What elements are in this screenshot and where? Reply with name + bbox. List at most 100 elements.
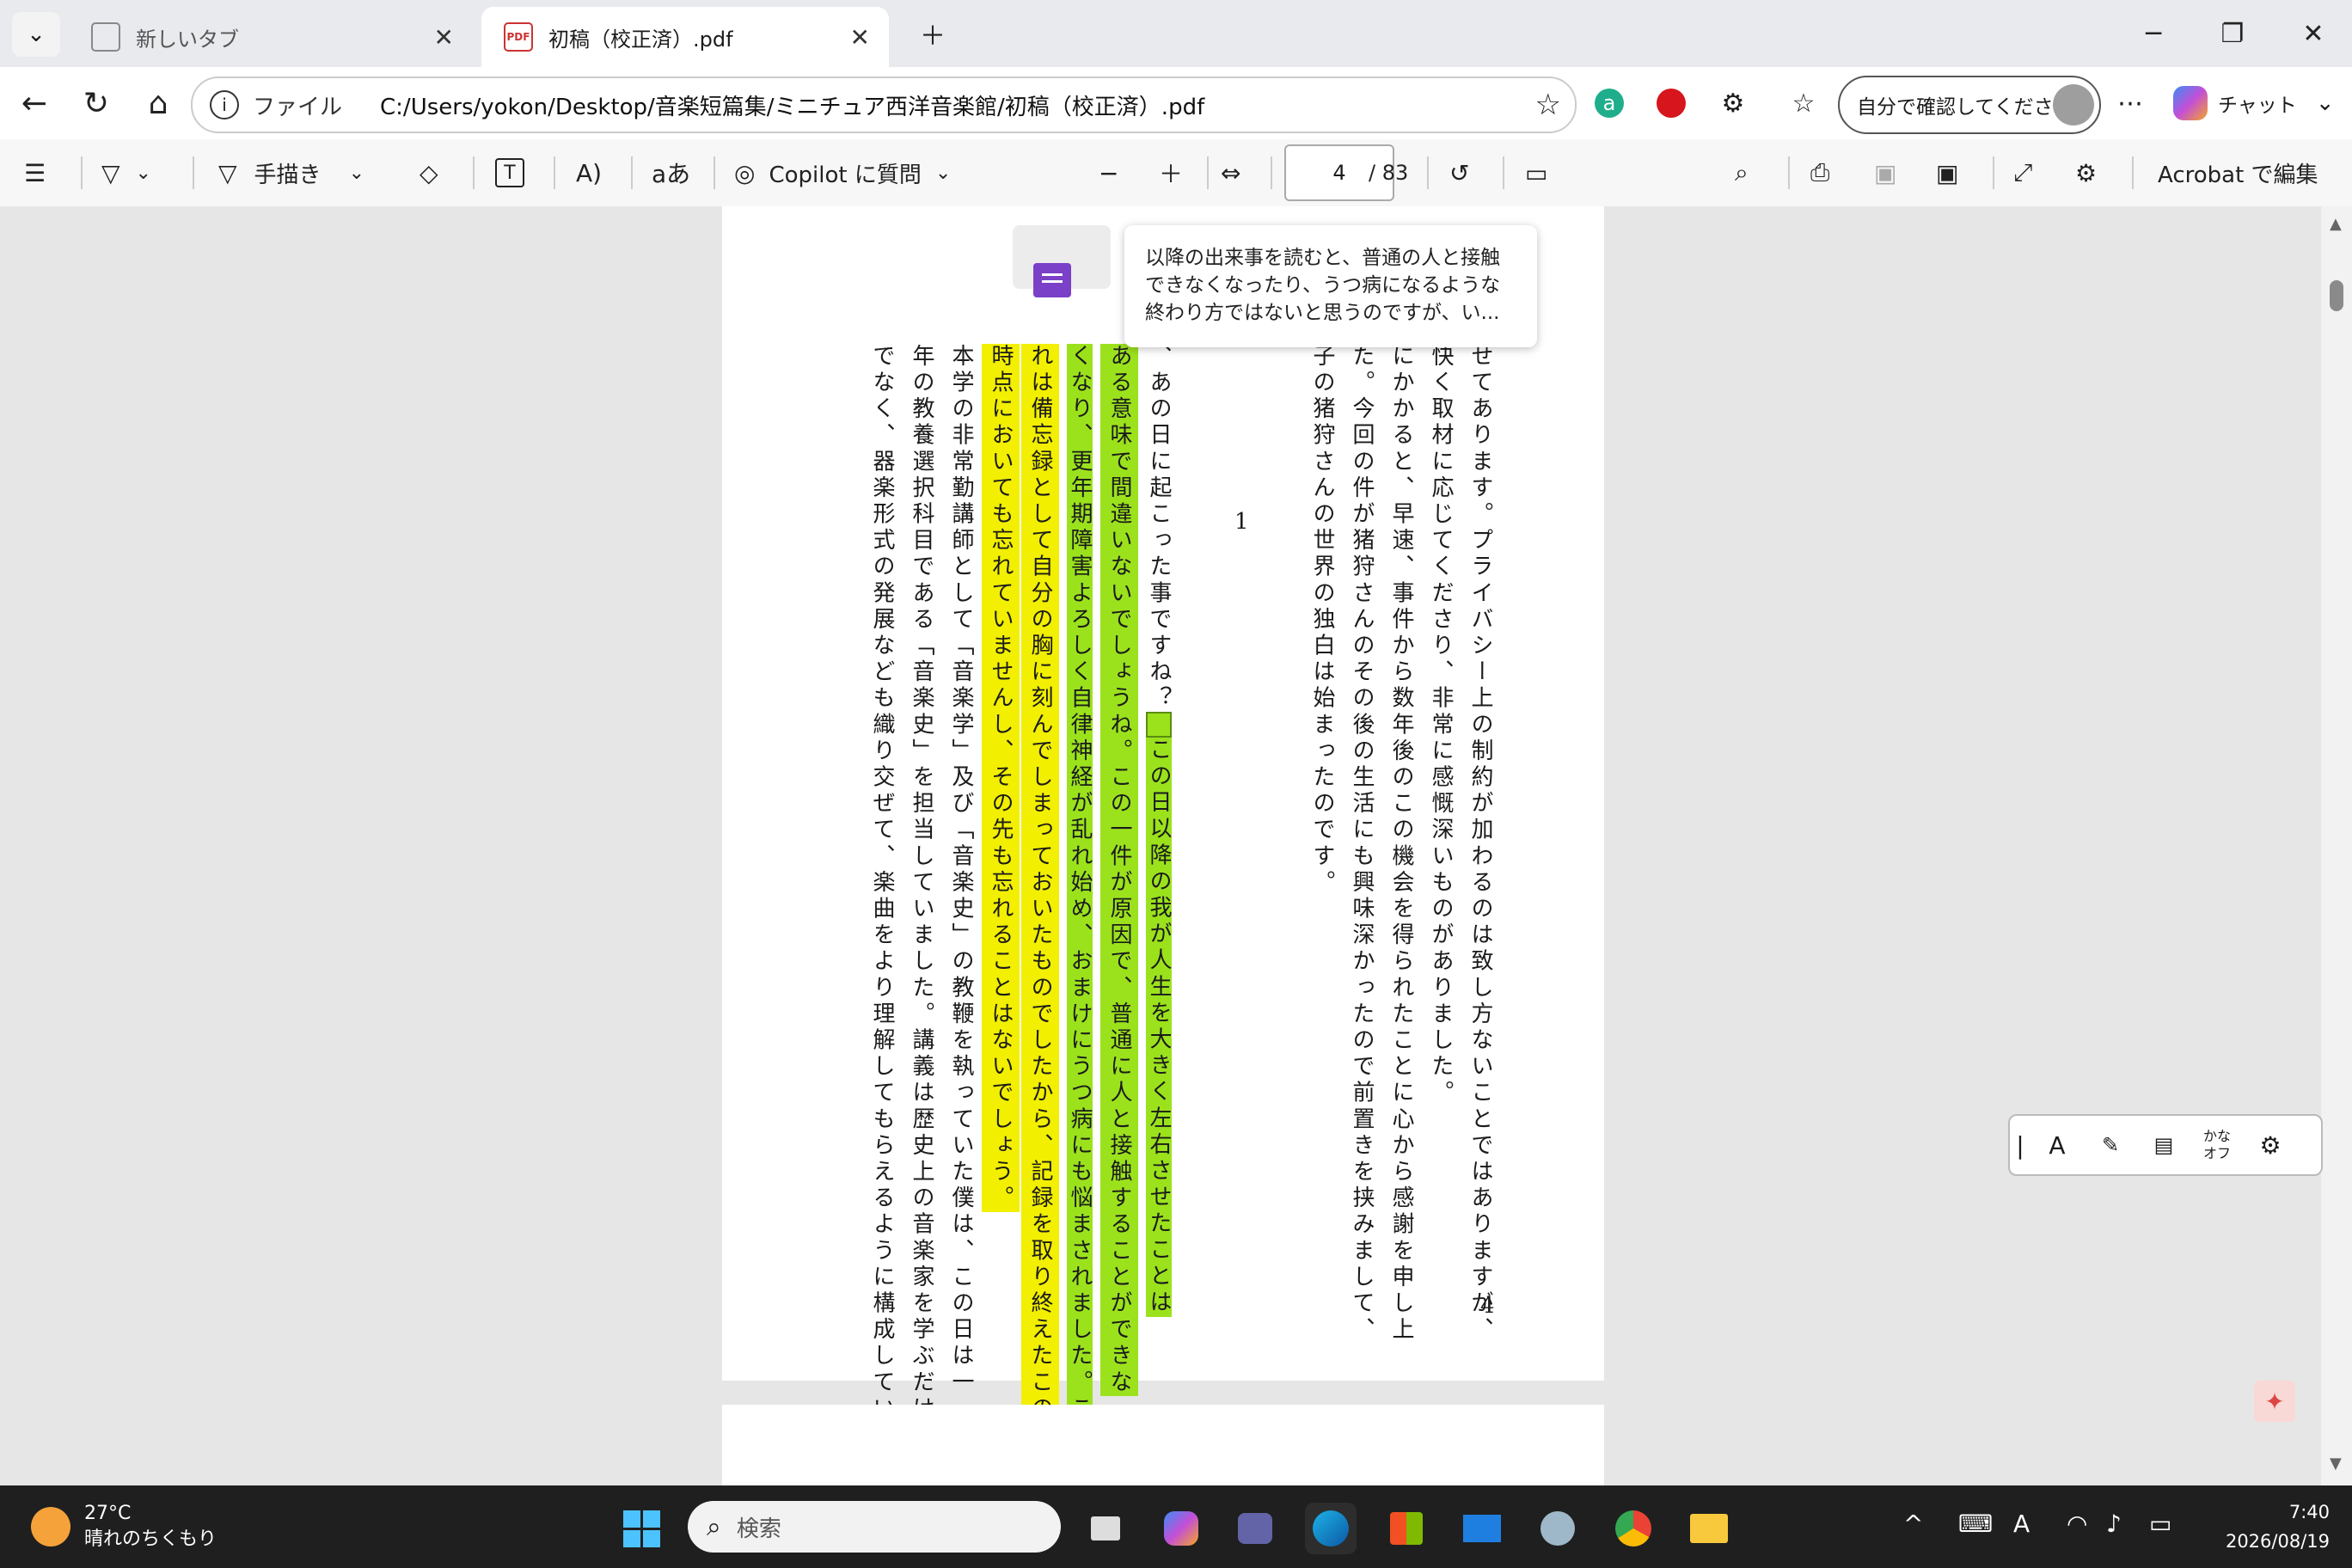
ime-pad-icon[interactable]: ✎ [2084, 1133, 2137, 1157]
zoom-out-button[interactable]: − [1099, 148, 1118, 198]
highlight-green[interactable]: ある意味で間違いないでしょうね。この一件が原因で、普通に人と接触することができな [1100, 344, 1138, 1396]
tab-actions-button[interactable]: ⌄ [12, 12, 60, 57]
translate-button[interactable]: aあ [652, 148, 690, 198]
gear-icon[interactable]: ⚙ [2244, 1131, 2297, 1160]
scrollbar-thumb[interactable] [2330, 280, 2343, 311]
system-clock[interactable]: 7:40 2026/08/19 [2201, 1498, 2330, 1556]
keyboard-icon[interactable]: ⌨ [1958, 1510, 1993, 1538]
favorites-button[interactable]: ☆ [1781, 81, 1826, 126]
fit-page-button[interactable]: ⇔ [1221, 148, 1240, 198]
profile-button[interactable]: 自分で確認してください [1838, 76, 2101, 134]
mail-button[interactable] [1456, 1503, 1508, 1554]
taskbar-search[interactable]: ⌕ 検索 [688, 1501, 1061, 1553]
draw-button[interactable]: ▽ 手描き ⌄ [218, 148, 364, 198]
task-view-button[interactable] [1080, 1503, 1131, 1554]
contents-button[interactable]: ☰ [24, 148, 46, 198]
scroll-up-icon[interactable]: ▲ [2330, 215, 2342, 233]
refresh-button[interactable]: ↻ [72, 79, 120, 127]
fullscreen-button[interactable]: ⤢ [2013, 148, 2032, 198]
page-view-button[interactable]: ▭ [1525, 148, 1547, 198]
chevron-down-icon: ⌄ [135, 162, 151, 184]
edge-icon [1313, 1510, 1349, 1547]
copilot-app-button[interactable] [1155, 1503, 1207, 1554]
ime-indicator[interactable]: A [2013, 1510, 2030, 1538]
divider [473, 156, 475, 189]
highlight-green[interactable]: くなり、更年期障害よろしく自律神経が乱れ始め、おまけにうつ病にも悩まされました。… [1067, 344, 1093, 1423]
text-column: くなり、更年期障害よろしく自律神経が乱れ始め、おまけにうつ病にも悩まされました。… [1061, 344, 1099, 1423]
acrobat-edit-button[interactable]: Acrobat で編集 [2158, 148, 2318, 198]
divider [1503, 156, 1504, 189]
text-column: 年の教養選択科目である「音楽史」を担当していました。講義は歴史上の音楽家を学ぶだ… [909, 344, 934, 1423]
close-icon[interactable]: ✕ [850, 23, 870, 52]
extension-a-button[interactable]: a [1587, 81, 1632, 126]
close-window-button[interactable]: ✕ [2275, 9, 2352, 58]
read-aloud-icon: A) [576, 158, 603, 187]
vertical-scrollbar[interactable]: ▲ ▼ [2321, 206, 2352, 1485]
highlight-button[interactable]: ▽ ⌄ [101, 148, 151, 198]
kana-toggle[interactable]: かな オフ [2190, 1128, 2244, 1162]
drag-handle-icon[interactable]: | [2010, 1131, 2030, 1160]
pdf-page-next[interactable] [722, 1405, 1604, 1485]
teams-button[interactable] [1229, 1503, 1281, 1554]
volume-icon[interactable]: ♪ [2106, 1510, 2122, 1538]
edge-button[interactable] [1305, 1503, 1357, 1554]
print-button[interactable]: ⎙ [1810, 148, 1829, 198]
back-button[interactable]: ← [10, 79, 58, 127]
info-icon[interactable]: i [210, 90, 239, 119]
star-icon[interactable]: ☆ [1535, 88, 1561, 122]
maximize-button[interactable]: ❐ [2194, 9, 2271, 58]
page-total: / 83 [1369, 148, 1408, 198]
minimize-button[interactable]: ─ [2115, 9, 2192, 58]
close-icon[interactable]: ✕ [434, 23, 454, 52]
weather-widget[interactable]: 27°C 晴れのちくもり [31, 1501, 217, 1553]
text-column: せてあります。プライバシー上の制約が加わるのは致し方ないことではありますが、 [1467, 344, 1493, 1344]
battery-icon[interactable]: ▭ [2149, 1510, 2171, 1538]
copilot-ask-label: Copilot に質問 [769, 162, 922, 188]
chevron-up-icon[interactable]: ^ [1903, 1510, 1923, 1538]
tab-pdf[interactable]: PDF 初稿（校正済）.pdf ✕ [481, 7, 889, 67]
more-menu-button[interactable]: ⋯ [2108, 81, 2153, 126]
url-text[interactable]: C:/Users/yokon/Desktop/音楽短篇集/ミニチュア西洋音楽館/… [380, 89, 1204, 121]
divider [2132, 156, 2134, 189]
address-bar[interactable]: i ファイル C:/Users/yokon/Desktop/音楽短篇集/ミニチュ… [191, 77, 1577, 133]
ime-mode-icon[interactable]: A [2030, 1131, 2084, 1160]
highlight-green[interactable]: この日以降の我が人生を大きく左右させたことは [1146, 738, 1172, 1317]
copilot-chat-button[interactable]: チャット ⌄ [2173, 79, 2345, 127]
scroll-down-icon[interactable]: ▼ [2330, 1455, 2342, 1473]
highlight-yellow[interactable]: れは備忘録として自分の胸に刻んでしまっておいたものでしたから、記録を取り終えたこ… [1021, 344, 1059, 1423]
task-view-icon [1091, 1516, 1120, 1540]
pdf-page[interactable]: せてあります。プライバシー上の制約が加わるのは致し方ないことではありますが、 快… [722, 206, 1604, 1423]
wifi-icon[interactable]: ◠ [2067, 1510, 2087, 1538]
rotate-button[interactable]: ↺ [1449, 148, 1469, 198]
find-button[interactable]: ⌕ [1735, 148, 1749, 198]
arrow-left-icon: ← [21, 85, 48, 121]
store-button[interactable] [1381, 1503, 1432, 1554]
save-button[interactable]: ▣ [1874, 148, 1896, 198]
acrobat-icon[interactable]: ✦ [2254, 1381, 2295, 1422]
app-button[interactable] [1532, 1503, 1583, 1554]
comment-marker[interactable] [1146, 712, 1172, 738]
highlight-yellow[interactable]: 時点においても忘れていませんし、その先も忘れることはないでしょう。 [982, 344, 1020, 1212]
text-fragment: 、あの日に起こった事ですね？ [1146, 344, 1172, 713]
comment-icon[interactable] [1033, 263, 1071, 297]
settings-button[interactable]: ⚙ [2075, 148, 2097, 198]
home-icon: ⌂ [148, 85, 168, 121]
erase-button[interactable]: ◇ [420, 148, 438, 198]
divider [714, 156, 715, 189]
home-button[interactable]: ⌂ [134, 79, 182, 127]
add-text-button[interactable]: T [495, 148, 524, 198]
copilot-ask-button[interactable]: ◎ Copilot に質問 ⌄ [734, 148, 951, 198]
translate-icon: aあ [652, 160, 691, 188]
extension-security-button[interactable] [1649, 81, 1694, 126]
new-tab-button[interactable]: ＋ [894, 9, 971, 58]
read-aloud-button[interactable]: A) [576, 148, 602, 198]
zoom-in-button[interactable]: ＋ [1159, 148, 1183, 198]
file-explorer-button[interactable] [1683, 1503, 1735, 1554]
puzzle-icon: ⚙ [1721, 88, 1745, 119]
extensions-button[interactable]: ⚙ [1711, 81, 1755, 126]
start-button[interactable] [616, 1503, 667, 1554]
chrome-button[interactable] [1608, 1503, 1659, 1554]
tab-new-tab[interactable]: 新しいタブ ✕ [69, 7, 473, 67]
save-as-button[interactable]: ▣ [1936, 148, 1958, 198]
dictionary-add-icon[interactable]: ▤ [2137, 1133, 2190, 1157]
